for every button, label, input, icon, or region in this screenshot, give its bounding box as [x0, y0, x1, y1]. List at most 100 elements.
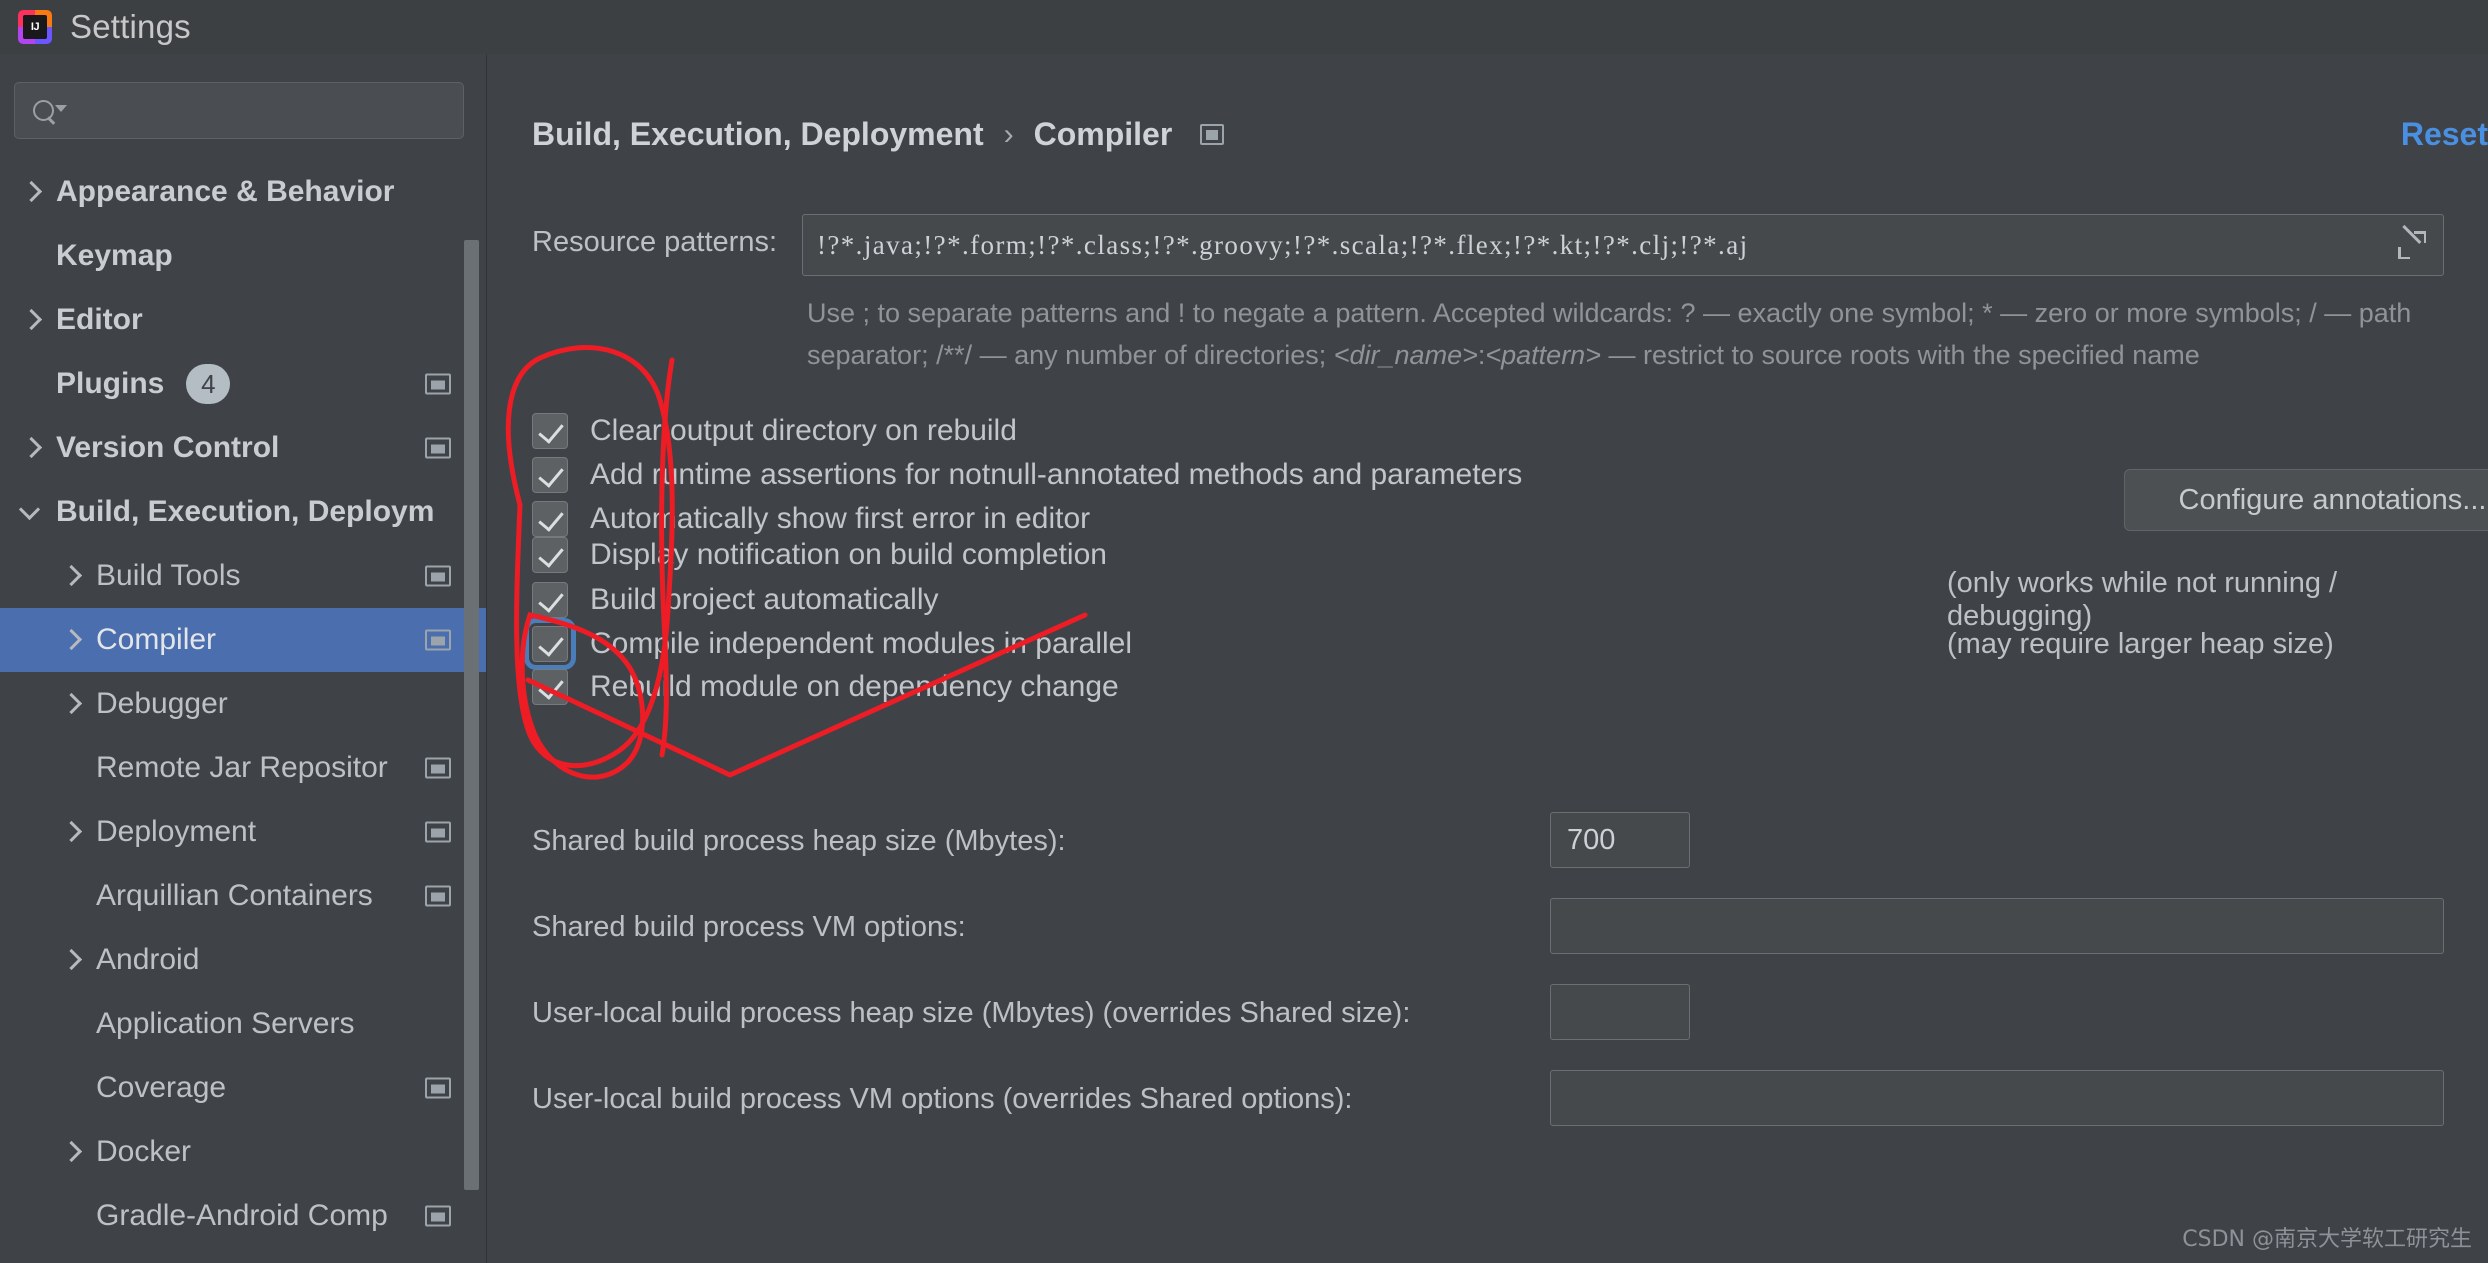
- sidebar-scrollbar[interactable]: [464, 240, 479, 1190]
- checkmark-icon: [538, 505, 564, 532]
- project-scope-icon: [425, 629, 451, 651]
- project-scope-icon: [425, 821, 451, 843]
- checkbox-display-notification-on-build-completion[interactable]: [532, 537, 568, 573]
- sidebar-item-gradle-android-comp[interactable]: Gradle-Android Comp: [0, 1184, 487, 1248]
- sidebar-item-docker[interactable]: Docker: [0, 1120, 487, 1184]
- hint-line-1: Use ; to separate patterns and ! to nega…: [807, 298, 2188, 328]
- resource-patterns-hint: Use ; to separate patterns and ! to nega…: [807, 292, 2447, 376]
- sidebar-item-android[interactable]: Android: [0, 928, 487, 992]
- sidebar-item-coverage[interactable]: Coverage: [0, 1056, 487, 1120]
- checkbox-side-note: (only works while not running / debuggin…: [1947, 567, 2338, 632]
- checkbox-add-runtime-assertions-for-notnull-annotated-methods-and-parameters[interactable]: [532, 457, 568, 493]
- chevron-right-icon[interactable]: [58, 819, 84, 845]
- field-input[interactable]: [1550, 1070, 2444, 1126]
- chevron-right-icon[interactable]: [58, 1139, 84, 1165]
- search-input[interactable]: [14, 82, 464, 139]
- field-label: User-local build process VM options (ove…: [532, 1082, 1353, 1115]
- hint-dir-name: <dir_name>: [1333, 340, 1478, 370]
- breadcrumb-separator: ›: [1003, 117, 1014, 151]
- project-scope-icon: [425, 565, 451, 587]
- chevron-right-icon[interactable]: [18, 307, 44, 333]
- sidebar-item-label: Appearance & Behavior: [56, 175, 395, 208]
- resource-patterns-label: Resource patterns:: [532, 226, 778, 258]
- checkbox-side-note: (may require larger heap size): [1947, 627, 2334, 660]
- sidebar-item-debugger[interactable]: Debugger: [0, 672, 487, 736]
- sidebar-item-appearance-behavior[interactable]: Appearance & Behavior: [0, 160, 487, 224]
- chevron-right-icon[interactable]: [58, 947, 84, 973]
- project-scope-icon[interactable]: [1200, 124, 1225, 145]
- checkbox-row[interactable]: Build project automatically: [532, 578, 939, 622]
- resource-patterns-field[interactable]: !?*.java;!?*.form;!?*.class;!?*.groovy;!…: [802, 214, 2444, 276]
- logo-letters: IJ: [23, 15, 47, 39]
- sidebar-item-build-execution-deploym[interactable]: Build, Execution, Deploym: [0, 480, 487, 544]
- checkbox-label: Add runtime assertions for notnull-annot…: [590, 458, 1523, 491]
- sidebar-item-editor[interactable]: Editor: [0, 288, 487, 352]
- sidebar-item-version-control[interactable]: Version Control: [0, 416, 487, 480]
- sidebar-item-label: Coverage: [96, 1071, 227, 1104]
- field-label: Shared build process VM options:: [532, 910, 966, 943]
- checkbox-row[interactable]: Compile independent modules in parallel: [524, 618, 1133, 670]
- chevron-right-icon[interactable]: [58, 627, 84, 653]
- search-field-wrapper[interactable]: [14, 82, 464, 139]
- sidebar-item-label: Application Servers: [96, 1007, 355, 1040]
- checkbox-row[interactable]: Clear output directory on rebuild: [532, 409, 1017, 453]
- breadcrumb-current: Compiler: [1033, 116, 1173, 152]
- sidebar-item-build-tools[interactable]: Build Tools: [0, 544, 487, 608]
- checkbox-label: Compile independent modules in parallel: [590, 627, 1133, 660]
- settings-main-panel: Build, Execution, Deployment › Compiler …: [487, 54, 2488, 1263]
- resource-patterns-value: !?*.java;!?*.form;!?*.class;!?*.groovy;!…: [817, 229, 1749, 260]
- project-scope-icon: [425, 757, 451, 779]
- checkbox-row[interactable]: Display notification on build completion: [532, 533, 1107, 577]
- breadcrumb: Build, Execution, Deployment › Compiler: [532, 116, 1225, 153]
- breadcrumb-parent[interactable]: Build, Execution, Deployment: [532, 116, 984, 153]
- sidebar-item-plugins[interactable]: Plugins 4: [0, 352, 487, 416]
- sidebar-item-label: Android: [96, 943, 200, 976]
- sidebar-item-keymap[interactable]: Keymap: [0, 224, 487, 288]
- field-input[interactable]: 700: [1550, 812, 1690, 868]
- checkbox-rebuild-module-on-dependency-change[interactable]: [532, 669, 568, 705]
- project-scope-icon: [425, 1205, 451, 1227]
- project-scope-icon: [425, 373, 451, 395]
- sidebar-item-label: Remote Jar Repositor: [96, 751, 388, 784]
- checkbox-row[interactable]: Add runtime assertions for notnull-annot…: [532, 453, 1522, 497]
- chevron-down-icon[interactable]: [18, 498, 44, 525]
- field-input[interactable]: [1550, 984, 1690, 1040]
- checkmark-icon: [538, 586, 564, 613]
- sidebar-item-label: Docker: [96, 1135, 192, 1168]
- sidebar-item-label: Debugger: [96, 687, 228, 720]
- reset-link[interactable]: Reset: [2401, 116, 2488, 153]
- project-scope-icon: [425, 1077, 451, 1099]
- sidebar-item-label: Plugins: [56, 367, 165, 400]
- window-title: Settings: [70, 8, 191, 45]
- plugins-update-badge: 4: [186, 364, 231, 404]
- checkbox-compile-independent-modules-in-parallel[interactable]: [524, 618, 576, 670]
- sidebar-item-remote-jar-repositor[interactable]: Remote Jar Repositor: [0, 736, 487, 800]
- checkmark-icon: [538, 461, 564, 488]
- field-input[interactable]: [1550, 898, 2444, 954]
- chevron-right-icon[interactable]: [18, 179, 44, 205]
- chevron-right-icon[interactable]: [18, 435, 44, 461]
- hint-line-3: specified name: [2018, 340, 2200, 370]
- sidebar-item-deployment[interactable]: Deployment: [0, 800, 487, 864]
- expand-icon[interactable]: [2397, 224, 2427, 260]
- checkmark-icon: [538, 673, 564, 700]
- checkbox-clear-output-directory-on-rebuild[interactable]: [532, 413, 568, 449]
- sidebar-item-label: Build, Execution, Deploym: [56, 495, 435, 528]
- project-scope-icon: [425, 437, 451, 459]
- checkbox-row[interactable]: Rebuild module on dependency change: [532, 665, 1119, 709]
- configure-annotations-button[interactable]: Configure annotations...: [2124, 469, 2488, 531]
- chevron-right-icon[interactable]: [58, 563, 84, 589]
- intellij-idea-logo-icon: IJ: [18, 10, 52, 44]
- window-titlebar: IJ Settings: [0, 0, 2488, 54]
- chevron-right-icon[interactable]: [58, 691, 84, 717]
- checkbox-label: Build project automatically: [590, 583, 939, 616]
- field-label: User-local build process heap size (Mbyt…: [532, 996, 1411, 1029]
- checkbox-build-project-automatically[interactable]: [532, 582, 568, 618]
- checkmark-icon: [538, 417, 564, 444]
- sidebar-item-application-servers[interactable]: Application Servers: [0, 992, 487, 1056]
- sidebar-item-arquillian-containers[interactable]: Arquillian Containers: [0, 864, 487, 928]
- checkbox-automatically-show-first-error-in-editor[interactable]: [532, 501, 568, 537]
- sidebar-item-label: Deployment: [96, 815, 257, 848]
- settings-tree: Appearance & Behavior Keymap Editor Plugins…: [0, 160, 487, 1263]
- sidebar-item-compiler[interactable]: Compiler: [0, 608, 487, 672]
